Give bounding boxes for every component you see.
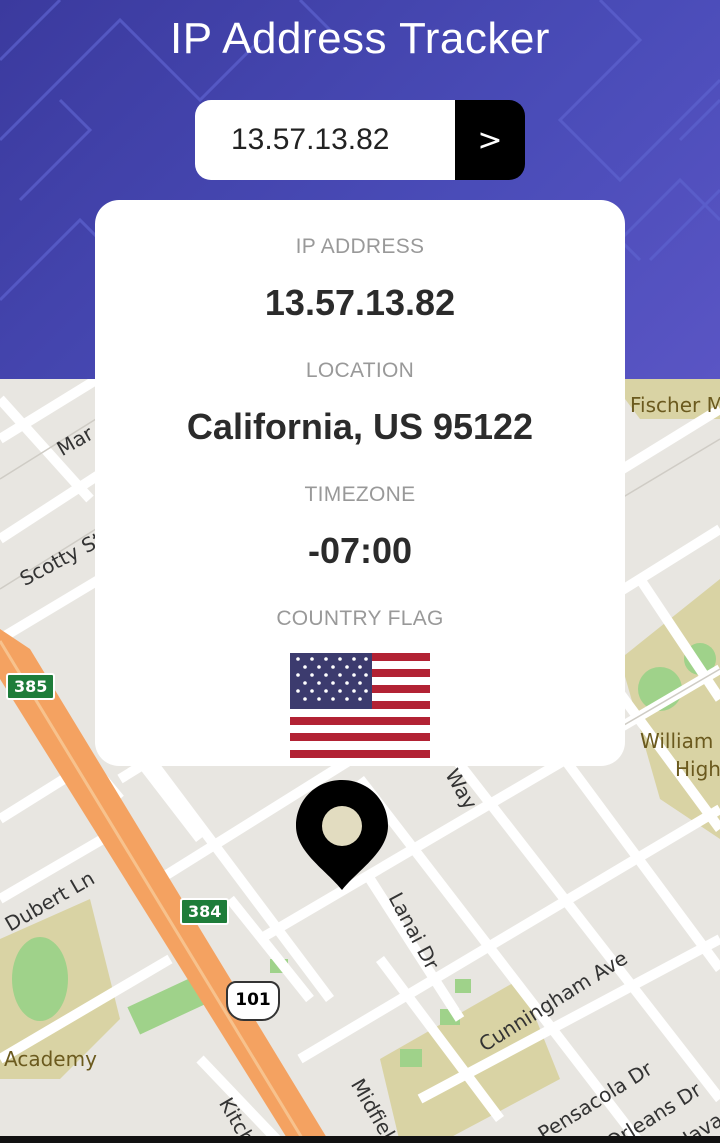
country-flag-label: COUNTRY FLAG [276, 607, 444, 630]
map-label-william: William [640, 729, 714, 753]
ip-info-card: IP ADDRESS 13.57.13.82 LOCATION Californ… [95, 200, 625, 766]
route-385-shield: 385 [6, 673, 56, 700]
map-label-high: High [675, 757, 720, 781]
us-101-label: 101 [235, 990, 271, 1010]
map-label-fischer: Fischer M [630, 393, 720, 417]
route-384-shield: 384 [180, 898, 230, 925]
us-101-shield: 101 [226, 981, 280, 1021]
location-pin-icon[interactable] [296, 780, 388, 890]
us-flag-icon [290, 653, 430, 758]
submit-button[interactable]: > [455, 100, 525, 180]
ip-search-form: > [195, 100, 525, 180]
timezone-value: -07:00 [307, 530, 413, 571]
map-label-academy: Academy [4, 1047, 97, 1071]
location-value: California, US 95122 [186, 406, 534, 447]
ip-search-input[interactable] [195, 100, 455, 180]
location-label: LOCATION [305, 359, 415, 382]
timezone-label: TIMEZONE [304, 483, 416, 506]
page-title: IP Address Tracker [170, 14, 550, 63]
bottom-edge-bar [0, 1136, 720, 1143]
ip-address-label: IP ADDRESS [295, 235, 425, 258]
ip-address-value: 13.57.13.82 [264, 282, 456, 323]
